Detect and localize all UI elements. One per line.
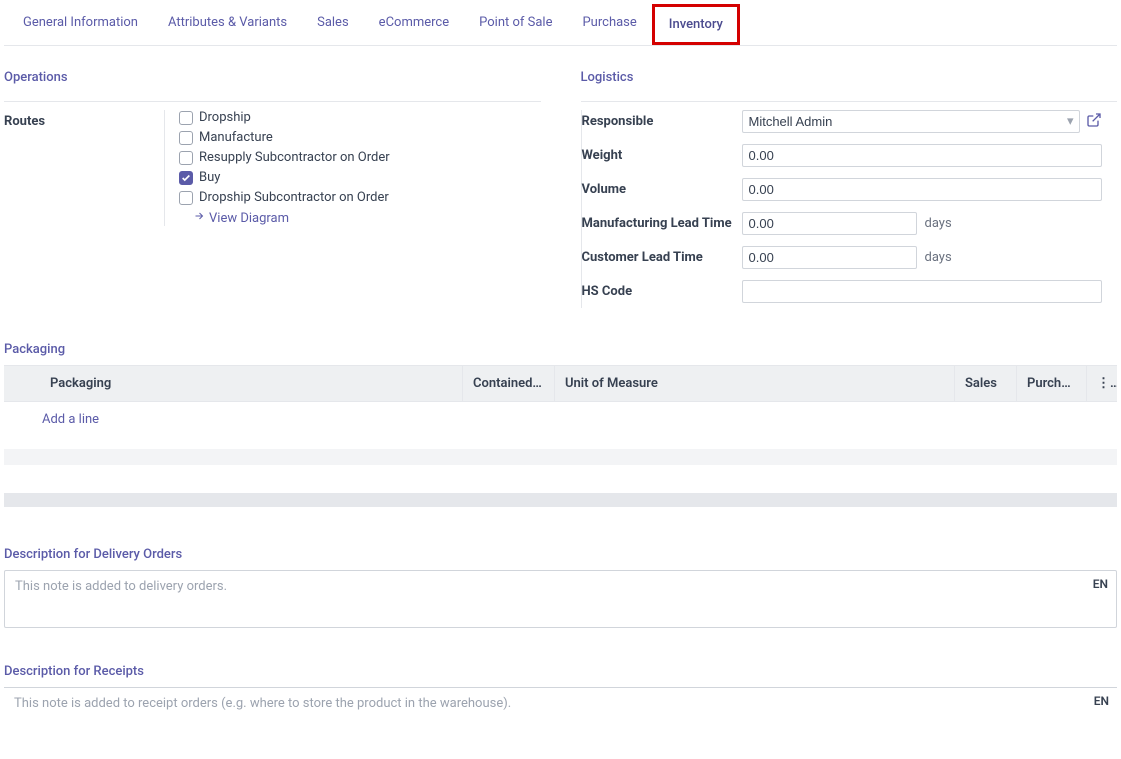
packaging-table-header: Packaging Contained … Unit of Measure Sa…: [4, 366, 1117, 402]
logistics-title: Logistics: [581, 70, 1118, 91]
desc-receipts-lang[interactable]: EN: [1094, 694, 1109, 708]
tab-sales[interactable]: Sales: [302, 4, 364, 45]
desc-receipts-section: Description for Receipts This note is ad…: [4, 664, 1117, 719]
route-dropship-subcontractor-label: Dropship Subcontractor on Order: [199, 190, 389, 205]
route-dropship-label: Dropship: [199, 110, 251, 125]
routes-label: Routes: [4, 110, 164, 129]
view-diagram-link[interactable]: View Diagram: [193, 210, 390, 226]
col-options[interactable]: ⋮: [1087, 366, 1117, 401]
volume-label: Volume: [582, 178, 742, 197]
arrow-right-icon: [193, 210, 205, 226]
col-purchase[interactable]: Purcha…: [1017, 366, 1087, 401]
weight-input[interactable]: [742, 144, 1102, 167]
add-a-line[interactable]: Add a line: [4, 402, 1117, 437]
desc-delivery-placeholder: This note is added to delivery orders.: [15, 579, 227, 594]
kebab-icon: ⋮: [1097, 376, 1117, 391]
route-manufacture-checkbox[interactable]: [179, 131, 193, 145]
route-dropship-subcontractor-checkbox[interactable]: [179, 191, 193, 205]
external-link-icon[interactable]: [1086, 112, 1102, 132]
route-resupply-subcontractor-label: Resupply Subcontractor on Order: [199, 150, 390, 165]
operations-section: Operations Routes Dropship Manufacture: [4, 70, 541, 314]
hs-code-label: HS Code: [582, 280, 742, 299]
col-uom[interactable]: Unit of Measure: [555, 366, 955, 401]
weight-label: Weight: [582, 144, 742, 163]
mfg-lead-input[interactable]: [742, 212, 917, 235]
volume-input[interactable]: [742, 178, 1102, 201]
route-buy-label: Buy: [199, 170, 220, 185]
tab-ecommerce[interactable]: eCommerce: [364, 4, 464, 45]
desc-delivery-lang[interactable]: EN: [1093, 577, 1108, 591]
desc-receipts-placeholder: This note is added to receipt orders (e.…: [14, 696, 511, 711]
route-dropship-checkbox[interactable]: [179, 111, 193, 125]
cust-lead-input[interactable]: [742, 246, 917, 269]
responsible-select[interactable]: [742, 110, 1080, 133]
responsible-label: Responsible: [582, 110, 742, 129]
cust-lead-label: Customer Lead Time: [582, 246, 742, 265]
col-select-all[interactable]: [4, 366, 40, 401]
desc-delivery-textarea[interactable]: This note is added to delivery orders. E…: [4, 570, 1117, 628]
tab-general-information[interactable]: General Information: [8, 4, 153, 45]
packaging-section: Packaging Packaging Contained … Unit of …: [4, 342, 1117, 465]
desc-receipts-textarea[interactable]: This note is added to receipt orders (e.…: [4, 687, 1117, 719]
tab-purchase[interactable]: Purchase: [567, 4, 651, 45]
col-sales[interactable]: Sales: [955, 366, 1017, 401]
desc-receipts-title: Description for Receipts: [4, 664, 1117, 679]
cust-lead-unit: days: [925, 250, 952, 265]
operations-title: Operations: [4, 70, 541, 91]
desc-delivery-title: Description for Delivery Orders: [4, 547, 1117, 562]
tab-inventory[interactable]: Inventory: [652, 4, 740, 45]
route-resupply-subcontractor-checkbox[interactable]: [179, 151, 193, 165]
packaging-title: Packaging: [4, 342, 1117, 357]
col-contained[interactable]: Contained …: [463, 366, 555, 401]
hs-code-input[interactable]: [742, 280, 1102, 303]
divider-bar: [4, 493, 1117, 507]
product-tabs: General Information Attributes & Variant…: [4, 4, 1117, 46]
mfg-lead-label: Manufacturing Lead Time: [582, 212, 742, 233]
route-manufacture-label: Manufacture: [199, 130, 273, 145]
desc-delivery-section: Description for Delivery Orders This not…: [4, 547, 1117, 628]
tab-attributes-variants[interactable]: Attributes & Variants: [153, 4, 302, 45]
table-spacer: [4, 449, 1117, 465]
col-packaging[interactable]: Packaging: [40, 366, 463, 401]
logistics-section: Logistics Responsible ▾: [581, 70, 1118, 314]
mfg-lead-unit: days: [925, 216, 952, 231]
tab-point-of-sale[interactable]: Point of Sale: [464, 4, 567, 45]
view-diagram-label: View Diagram: [209, 211, 289, 226]
route-buy-checkbox[interactable]: [179, 171, 193, 185]
